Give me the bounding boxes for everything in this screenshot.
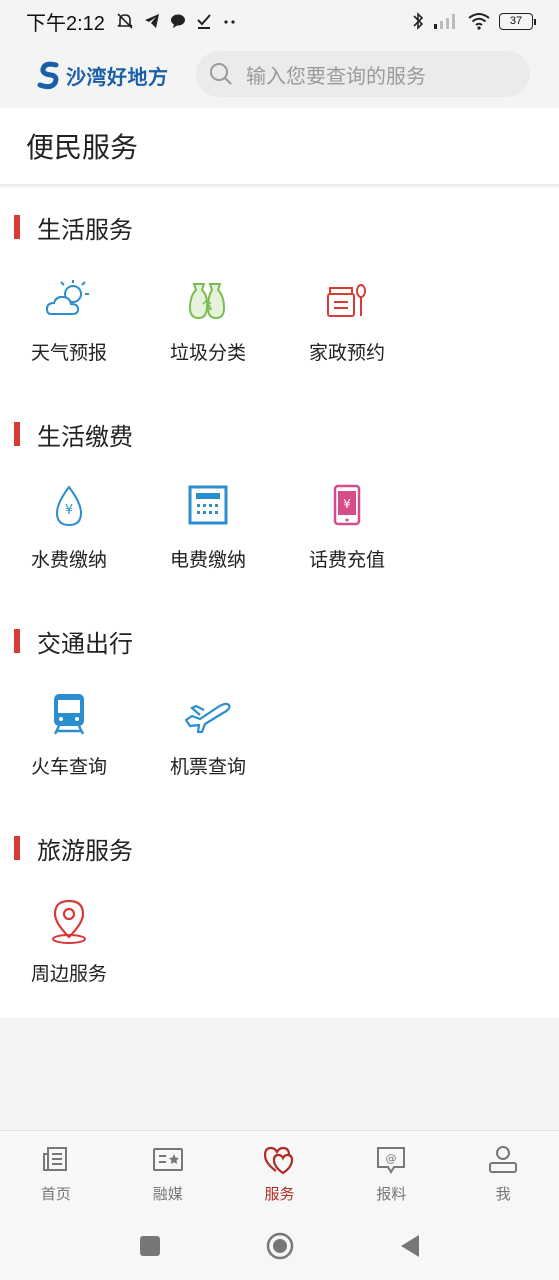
phone-recharge-icon: ¥ [333,484,361,526]
nav-service[interactable]: 服务 [224,1131,336,1212]
page-title: 便民服务 [26,131,139,164]
app-header: 沙湾好地方 输入您要查询的服务 [0,42,559,108]
nav-media[interactable]: 融媒 [112,1131,224,1212]
service-garbage-sorting[interactable]: 垃圾分类 [153,274,263,365]
service-airplane[interactable]: 机票查询 [153,688,263,779]
service-label: 机票查询 [169,756,246,778]
section-title: 旅游服务 [37,836,133,865]
nav-label: 服务 [264,1185,295,1203]
nav-label: 融媒 [152,1185,183,1203]
service-label: 家政预约 [308,342,385,364]
service-label: 火车查询 [30,756,107,778]
nav-label: 首页 [40,1185,71,1203]
telegram-icon [144,14,159,28]
service-heart-icon [264,1146,294,1175]
chat-icon [170,14,185,28]
location-pin-icon [52,899,86,944]
mute-icon [117,13,133,29]
service-label: 电费缴纳 [169,549,246,571]
service-label: 垃圾分类 [169,342,246,364]
logo-s-icon [37,61,59,90]
housekeeping-icon [327,284,366,317]
service-train[interactable]: 火车查询 [14,688,124,779]
wifi-icon [468,13,490,30]
page-title-bar: 便民服务 [0,108,559,186]
nav-profile[interactable]: 我 [447,1131,559,1212]
service-label: 天气预报 [30,342,107,364]
airplane-icon [184,702,231,734]
service-water-bill[interactable]: ¥ 水费缴纳 [14,481,124,572]
more-dots-icon [224,20,235,24]
brand-logo: 沙湾好地方 [36,60,176,90]
battery-indicator: 37 [499,12,536,30]
profile-icon [489,1146,518,1173]
nav-label: 报料 [376,1185,407,1203]
service-label: 水费缴纳 [30,549,107,571]
report-icon: @ [377,1147,406,1174]
signal-icon [434,14,455,29]
status-time: 下午2:12 [26,12,105,35]
nav-report[interactable]: @ 报料 [335,1131,447,1212]
home-news-icon [42,1147,67,1171]
media-icon [152,1148,183,1171]
svg-text:¥: ¥ [343,497,351,511]
search-placeholder: 输入您要查询的服务 [246,63,426,88]
nav-home[interactable]: 首页 [0,1131,112,1212]
check-icon [197,14,211,29]
train-icon [53,694,85,735]
brand-name: 沙湾好地方 [66,64,169,89]
garbage-sorting-icon [188,283,226,320]
service-electric-bill[interactable]: 电费缴纳 [153,481,263,572]
nav-label: 我 [495,1185,511,1203]
section-accent-bar [14,836,20,860]
service-weather[interactable]: 天气预报 [14,274,124,365]
system-nav-bar [0,1212,559,1280]
service-label: 周边服务 [30,963,107,985]
service-housekeeping[interactable]: 家政预约 [292,274,402,365]
service-content: 生活服务 天气预报 垃圾分类 家政预约 生活缴费 ¥ 水费缴纳 电费缴纳 ¥ 话… [0,188,559,1018]
service-phone-recharge[interactable]: ¥ 话费充值 [292,481,402,572]
back-button[interactable] [395,1231,425,1261]
weather-icon [45,280,89,315]
svg-text:@: @ [386,1152,397,1165]
bottom-nav: 首页 融媒 服务 @ 报料 我 [0,1130,559,1212]
section-title: 生活服务 [37,215,133,244]
section-accent-bar [14,629,20,653]
home-button[interactable] [265,1231,295,1261]
status-bar: 下午2:12 37 [0,0,559,42]
section-title: 生活缴费 [37,422,133,451]
svg-text:¥: ¥ [65,503,73,518]
bluetooth-icon [413,12,424,30]
service-label: 话费充值 [308,549,385,571]
section-accent-bar [14,215,20,239]
section-accent-bar [14,422,20,446]
search-icon [210,63,232,85]
water-bill-icon: ¥ [55,485,83,527]
recent-apps-button[interactable] [135,1231,165,1261]
section-title: 交通出行 [37,629,133,658]
electric-bill-icon [188,485,228,525]
search-input[interactable]: 输入您要查询的服务 [196,51,530,97]
service-nearby[interactable]: 周边服务 [14,895,124,986]
